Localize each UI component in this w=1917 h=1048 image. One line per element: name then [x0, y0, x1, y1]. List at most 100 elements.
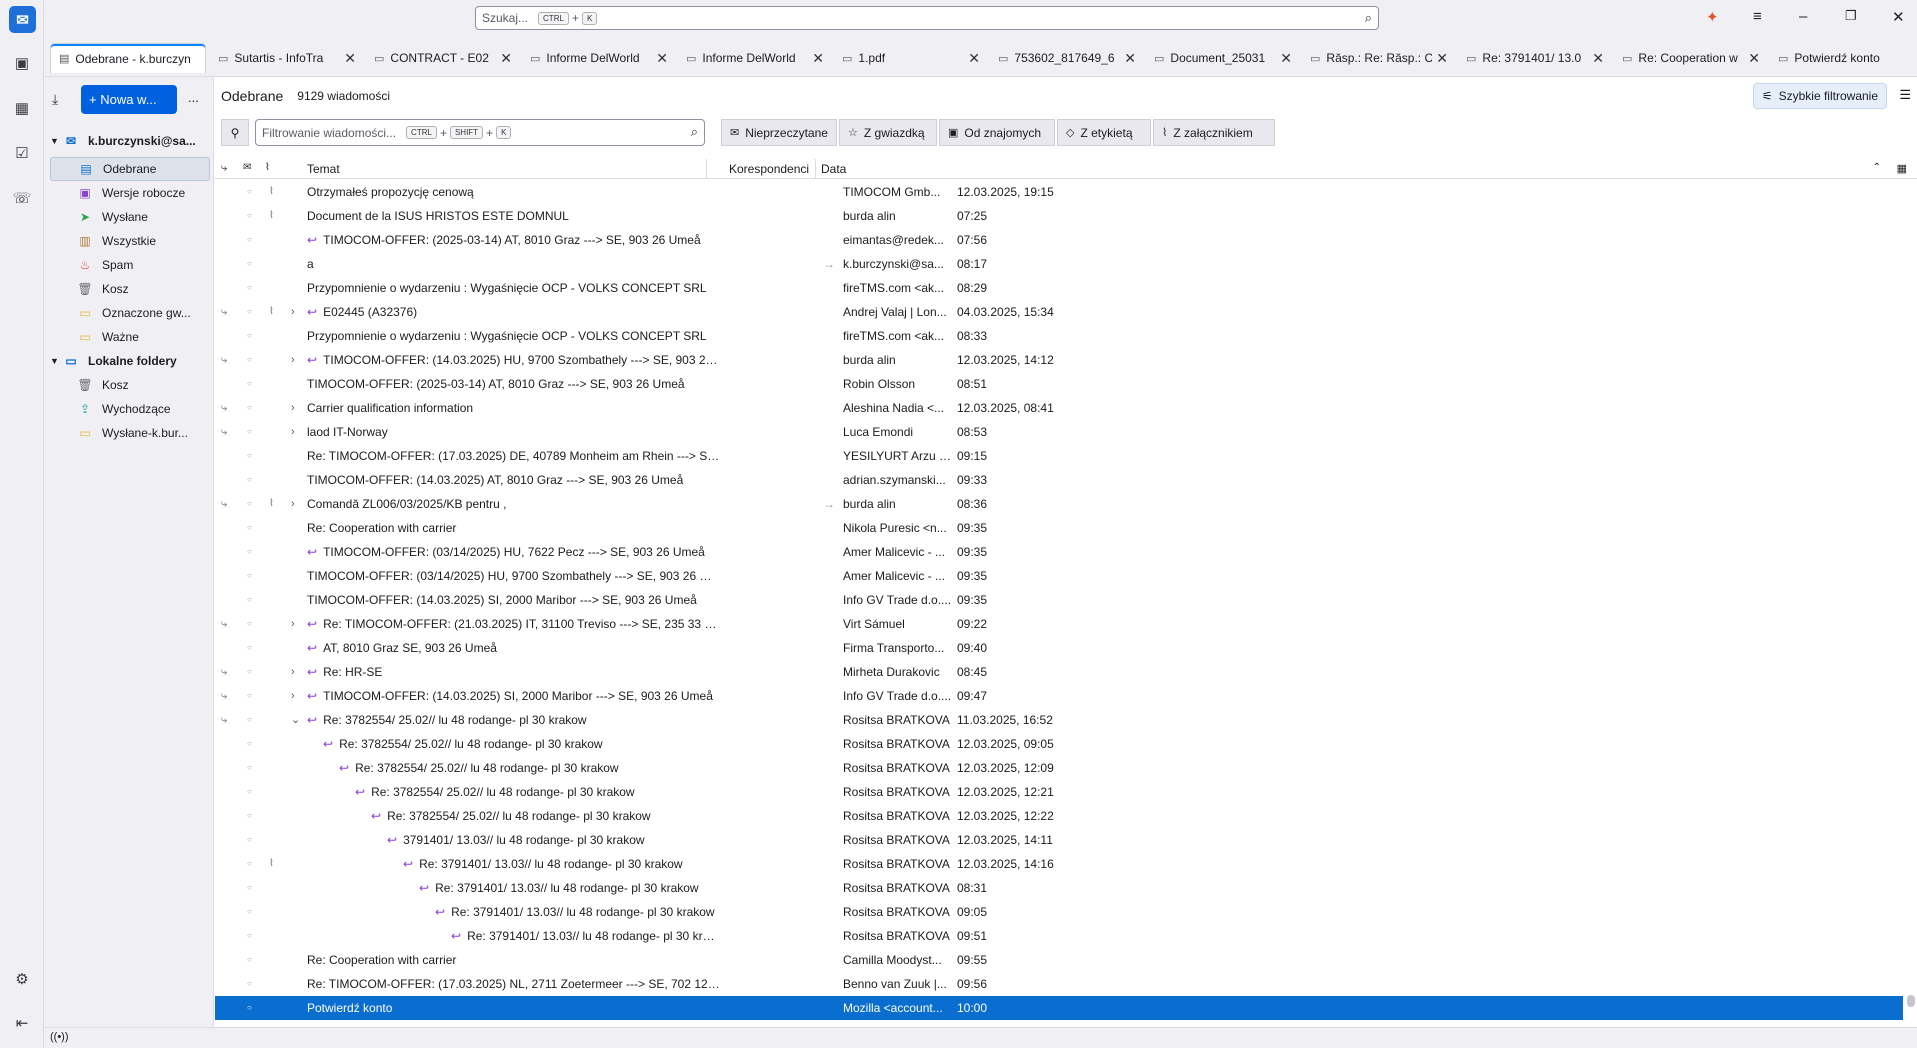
message-row[interactable]: ○ ⌇ ↩ Re: 3791401/ 13.03// lu 48 rodange- p…: [215, 852, 1903, 876]
read-status-icon[interactable]: ○: [247, 612, 252, 636]
column-picker-icon[interactable]: ▦: [1897, 162, 1907, 175]
read-status-icon[interactable]: ○: [247, 828, 252, 852]
thread-column-icon[interactable]: ⤷: [221, 162, 227, 175]
message-row[interactable]: ○ TIMOCOM-OFFER: (2025-03-14) AT, 8010 Gr…: [215, 372, 1903, 396]
expand-thread-chevron-icon[interactable]: ›: [291, 684, 295, 708]
message-row[interactable]: ○ Re: Cooperation with carrier Nikola Pure…: [215, 516, 1903, 540]
tab-close-icon[interactable]: ✕: [1124, 50, 1136, 67]
expand-thread-chevron-icon[interactable]: ›: [291, 396, 295, 420]
pin-icon[interactable]: ⚲: [221, 119, 249, 146]
message-row[interactable]: ○ ↩ Re: 3782554/ 25.02// lu 48 rodange- pl…: [215, 732, 1903, 756]
tab-10[interactable]: ▭ Re: Cooperation w ✕: [1614, 43, 1764, 73]
message-row[interactable]: ○ a → k.burczynski@sa... 08:17: [215, 252, 1903, 276]
message-row[interactable]: ○ ↩ Re: 3782554/ 25.02// lu 48 rodange- pl…: [215, 804, 1903, 828]
read-status-icon[interactable]: ○: [247, 180, 252, 204]
more-menu-button[interactable]: ...: [188, 90, 199, 105]
expand-thread-chevron-icon[interactable]: ›: [291, 612, 295, 636]
tab-7[interactable]: ▭ Document_25031 ✕: [1146, 43, 1296, 73]
folder-spam[interactable]: ♨ Spam: [50, 253, 210, 277]
read-status-icon[interactable]: ○: [247, 588, 252, 612]
local-folder-outbox[interactable]: ⇪ Wychodzące: [50, 397, 210, 421]
settings-gear-icon[interactable]: ⚙: [9, 966, 35, 992]
tab-close-icon[interactable]: ✕: [656, 50, 668, 67]
filter-starred-button[interactable]: ☆ Z gwiazdką: [839, 119, 937, 146]
tab-close-icon[interactable]: ✕: [1592, 50, 1604, 67]
tab-close-icon[interactable]: ✕: [500, 50, 512, 67]
message-row[interactable]: ○ ↩ TIMOCOM-OFFER: (03/14/2025) HU, 7622 P…: [215, 540, 1903, 564]
tab-6[interactable]: ▭ 753602_817649_6 ✕: [990, 43, 1140, 73]
expand-thread-chevron-icon[interactable]: ›: [291, 420, 295, 444]
expand-thread-chevron-icon[interactable]: ›: [291, 348, 295, 372]
read-status-icon[interactable]: ○: [247, 852, 252, 876]
filter-attachment-button[interactable]: ⌇ Z załącznikiem: [1153, 119, 1275, 146]
message-row[interactable]: ○ ↩ Re: 3782554/ 25.02// lu 48 rodange- pl…: [215, 780, 1903, 804]
message-list-scrollbar[interactable]: [1903, 179, 1917, 1027]
tab-4[interactable]: ▭ Informe DelWorld ✕: [678, 43, 828, 73]
column-divider[interactable]: [815, 159, 816, 179]
filter-contacts-button[interactable]: ▣ Od znajomych: [939, 119, 1055, 146]
message-row[interactable]: ⤷ ○ ⌇ › ↩ E02445 (A32376) Andrej Valaj | Lon..…: [215, 300, 1903, 324]
attachment-column-icon[interactable]: ⌇: [265, 162, 270, 173]
message-row[interactable]: ⤷ ○ ⌄ ↩ Re: 3782554/ 25.02// lu 48 rodange- …: [215, 708, 1903, 732]
tab-1[interactable]: ▭ Sutartis - InfoTra ✕: [210, 43, 360, 73]
chevron-down-icon[interactable]: ▼: [50, 136, 62, 146]
expand-thread-chevron-icon[interactable]: ›: [291, 300, 295, 324]
address-book-icon[interactable]: ▣: [9, 50, 35, 76]
column-divider[interactable]: [706, 159, 707, 179]
chat-icon[interactable]: ☏: [9, 185, 35, 211]
message-row[interactable]: ○ ↩ Re: 3791401/ 13.03// lu 48 rodange- pl…: [215, 924, 1903, 948]
message-row[interactable]: ⤷ ○ ⌇ › Comandă ZL006/03/2025/KB pentru , → bu…: [215, 492, 1903, 516]
mail-space-icon[interactable]: ✉: [9, 6, 36, 33]
local-folders-row[interactable]: ▼ ▭ Lokalne foldery: [50, 349, 210, 373]
message-row[interactable]: ○ ⌇ Document de la ISUS HRISTOS ESTE DOMNU…: [215, 204, 1903, 228]
message-row[interactable]: ⤷ ○ › ↩ TIMOCOM-OFFER: (14.03.2025) SI, 2000…: [215, 684, 1903, 708]
read-status-icon[interactable]: ○: [247, 636, 252, 660]
read-status-icon[interactable]: ○: [247, 324, 252, 348]
tab-close-icon[interactable]: ✕: [1748, 50, 1760, 67]
collapse-thread-chevron-icon[interactable]: ⌄: [291, 708, 300, 732]
read-status-icon[interactable]: ○: [247, 396, 252, 420]
message-row[interactable]: ○ ↩ 3791401/ 13.03// lu 48 rodange- pl 30 …: [215, 828, 1903, 852]
read-status-icon[interactable]: ○: [247, 708, 252, 732]
read-status-icon[interactable]: ○: [247, 804, 252, 828]
tasks-icon[interactable]: ☑: [9, 140, 35, 166]
message-row[interactable]: ○ Przypomnienie o wydarzeniu : Wygaśnięci…: [215, 276, 1903, 300]
read-status-icon[interactable]: ○: [247, 204, 252, 228]
collapse-spaces-icon[interactable]: ⇤: [9, 1010, 35, 1036]
online-status-icon[interactable]: ((•)): [50, 1031, 69, 1043]
read-status-icon[interactable]: ○: [247, 900, 252, 924]
tab-close-icon[interactable]: ✕: [1280, 50, 1292, 67]
message-row[interactable]: ⤷ ○ › laod IT-Norway Luca Emondi 08:53: [215, 420, 1903, 444]
message-row[interactable]: ○ TIMOCOM-OFFER: (14.03.2025) AT, 8010 Gr…: [215, 468, 1903, 492]
message-row[interactable]: ⤷ ○ › ↩ Re: TIMOCOM-OFFER: (21.03.2025) IT, …: [215, 612, 1903, 636]
read-status-icon[interactable]: ○: [247, 252, 252, 276]
tab-5[interactable]: ▭ 1.pdf ✕: [834, 43, 984, 73]
read-status-icon[interactable]: ○: [247, 516, 252, 540]
message-row[interactable]: ⤷ ○ › ↩ Re: HR-SE Mirheta Durakovic 08:45: [215, 660, 1903, 684]
tab-9[interactable]: ▭ Re: 3791401/ 13.0 ✕: [1458, 43, 1608, 73]
filter-tagged-button[interactable]: ◇ Z etykietą: [1057, 119, 1151, 146]
message-row[interactable]: ○ ↩ Re: 3782554/ 25.02// lu 48 rodange- pl…: [215, 756, 1903, 780]
message-row[interactable]: ○ ↩ Re: 3791401/ 13.03// lu 48 rodange- pl…: [215, 876, 1903, 900]
read-status-icon[interactable]: ○: [247, 756, 252, 780]
read-status-icon[interactable]: ○: [247, 228, 252, 252]
read-status-icon[interactable]: ○: [247, 420, 252, 444]
list-view-icon[interactable]: ☰: [1899, 87, 1911, 103]
read-status-icon[interactable]: ○: [247, 684, 252, 708]
read-status-icon[interactable]: ○: [247, 660, 252, 684]
subject-column-header[interactable]: Temat: [307, 162, 340, 176]
tab-0[interactable]: ▤ Odebrane - k.burczyn: [50, 43, 206, 73]
notification-icon[interactable]: ✦: [1706, 8, 1719, 26]
read-status-icon[interactable]: ○: [247, 876, 252, 900]
read-status-icon[interactable]: ○: [247, 564, 252, 588]
message-row[interactable]: ○ ⌇ Otrzymałeś propozycję cenową TIMOCOM Gm…: [215, 180, 1903, 204]
folder-drafts[interactable]: ▣ Wersje robocze: [50, 181, 210, 205]
quick-filter-button[interactable]: ⚟ Szybkie filtrowanie: [1752, 83, 1887, 109]
message-row[interactable]: ○ ↩ AT, 8010 Graz SE, 903 26 Umeå Firma Tra…: [215, 636, 1903, 660]
search-icon[interactable]: ⌕: [1365, 10, 1372, 26]
tab-close-icon[interactable]: ✕: [344, 50, 356, 67]
message-row[interactable]: ○ Przypomnienie o wydarzeniu : Wygaśnięci…: [215, 324, 1903, 348]
read-status-icon[interactable]: ○: [247, 468, 252, 492]
message-row[interactable]: ○ ↩ Re: 3791401/ 13.03// lu 48 rodange- pl…: [215, 900, 1903, 924]
filter-unread-button[interactable]: ✉ Nieprzeczytane: [721, 119, 837, 146]
